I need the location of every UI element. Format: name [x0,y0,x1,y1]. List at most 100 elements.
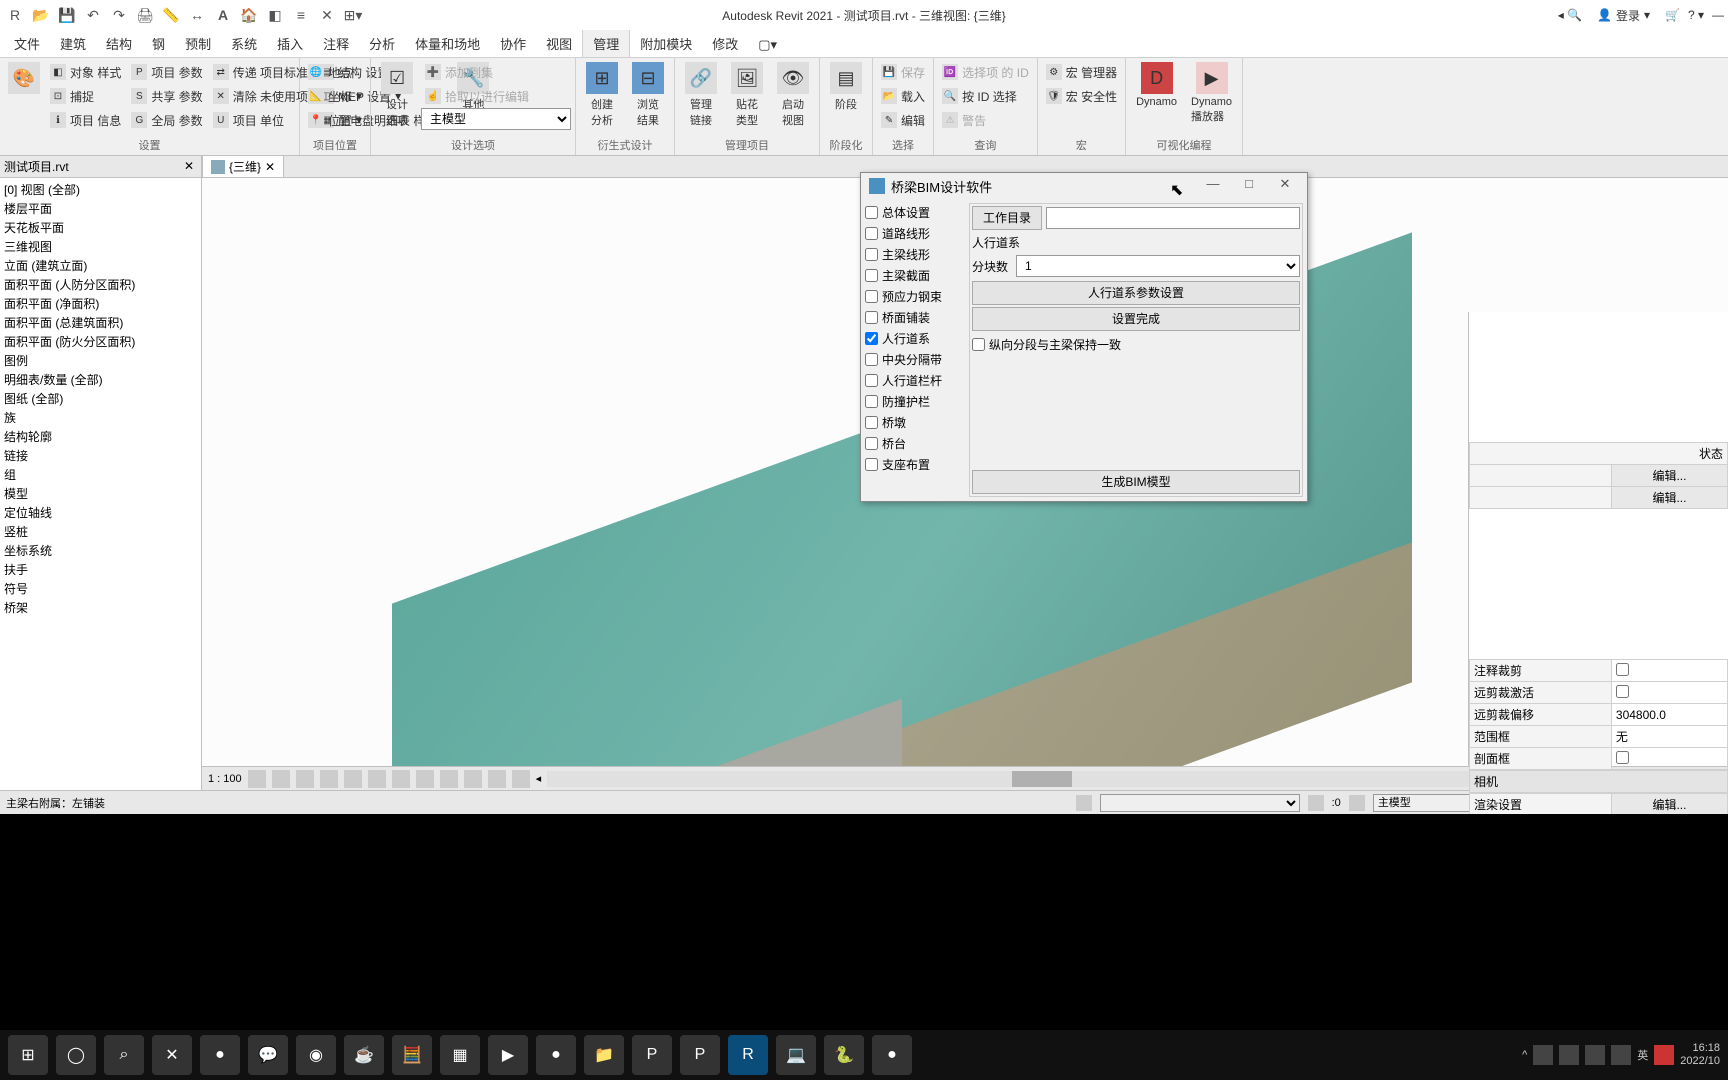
ribbon-proj-info[interactable]: ℹ项目 信息 [46,108,125,132]
qat-3d[interactable]: 🏠 [238,4,260,26]
vc-lock[interactable] [416,770,434,788]
block-count-select[interactable]: 1 [1016,255,1300,277]
qat-undo[interactable]: ↶ [82,4,104,26]
dlg-check-1[interactable]: 道路线形 [865,224,965,243]
ribbon-phases[interactable]: ▤阶段 [824,60,868,114]
sb-worksets-icon[interactable] [1076,795,1092,811]
qat-print[interactable]: 🖨 [134,4,156,26]
dlg-checkbox-9[interactable] [865,395,878,408]
ribbon-tab-修改[interactable]: 修改 [702,30,748,57]
dlg-checkbox-12[interactable] [865,458,878,471]
ribbon-tab-分析[interactable]: 分析 [359,30,405,57]
pb-item-2[interactable]: 天花板平面 [2,218,199,237]
pb-item-1[interactable]: 楼层平面 [2,199,199,218]
taskbar-app-7[interactable]: ☕ [344,1035,384,1075]
ribbon-transfer[interactable]: ⇄传递 项目标准 [209,60,312,84]
pb-item-14[interactable]: 链接 [2,446,199,465]
workdir-input[interactable] [1046,207,1300,229]
tray-ime[interactable] [1654,1045,1674,1065]
ribbon-tab-钢[interactable]: 钢 [142,30,175,57]
nav-icon[interactable]: ◂ 🔍 [1558,8,1582,22]
tray-4[interactable] [1611,1045,1631,1065]
ribbon-tab-建筑[interactable]: 建筑 [50,30,96,57]
pb-item-3[interactable]: 三维视图 [2,237,199,256]
ribbon-coords[interactable]: 📐坐标 ▾ [304,84,366,108]
ribbon-units[interactable]: U项目 单位 [209,108,312,132]
taskbar-clock[interactable]: 16:18 2022/10 [1680,1042,1720,1068]
prop-edit-2[interactable]: 编辑... [1611,487,1727,509]
qat-redo[interactable]: ↷ [108,4,130,26]
qat-dim[interactable]: ↔ [186,4,208,26]
taskbar-app-15[interactable]: R [728,1035,768,1075]
ribbon-tab-注释[interactable]: 注释 [313,30,359,57]
pb-item-11[interactable]: 图纸 (全部) [2,389,199,408]
vc-crop-show[interactable] [392,770,410,788]
keep-segment-checkbox[interactable] [972,338,985,351]
ribbon-macro-mgr[interactable]: ⚙宏 管理器 [1042,60,1121,84]
taskbar-app-6[interactable]: ◉ [296,1035,336,1075]
ribbon-object-styles[interactable]: ◧对象 样式 [46,60,125,84]
pb-item-6[interactable]: 面积平面 (净面积) [2,294,199,313]
taskbar-app-5[interactable]: 💬 [248,1035,288,1075]
ribbon-tab-文件[interactable]: 文件 [4,30,50,57]
dlg-check-12[interactable]: 支座布置 [865,455,965,474]
tray-1[interactable] [1533,1045,1553,1065]
ribbon-global-params[interactable]: G全局 参数 [127,108,206,132]
pb-item-15[interactable]: 组 [2,465,199,484]
ribbon-gen-browse[interactable]: ⊟浏览结果 [626,60,670,130]
ribbon-dynamo-player[interactable]: ▶Dynamo播放器 [1185,60,1238,126]
keep-segment-check[interactable]: 纵向分段与主梁保持一致 [972,335,1121,354]
prop-value[interactable] [1611,682,1727,704]
ribbon-location[interactable]: 🌐地点 [304,60,366,84]
view-hscroll-left[interactable]: ◂ [536,772,542,785]
ribbon-purge[interactable]: ✕清除 未使用项 [209,84,312,108]
qat-thin[interactable]: ≡ [290,4,312,26]
dlg-checkbox-6[interactable] [865,332,878,345]
workdir-button[interactable]: 工作目录 [972,206,1042,230]
pb-item-21[interactable]: 符号 [2,579,199,598]
view-tab-close[interactable]: ✕ [265,160,275,174]
generate-bim-button[interactable]: 生成BIM模型 [972,470,1300,494]
dlg-checkbox-4[interactable] [865,290,878,303]
ribbon-tab-结构[interactable]: 结构 [96,30,142,57]
pb-item-0[interactable]: [0] 视图 (全部) [2,180,199,199]
pb-item-8[interactable]: 面积平面 (防火分区面积) [2,332,199,351]
ribbon-snap[interactable]: ⊡捕捉 [46,84,125,108]
sb-model-icon[interactable] [1349,795,1365,811]
dlg-check-8[interactable]: 人行道栏杆 [865,371,965,390]
qat-text[interactable]: A [212,4,234,26]
ribbon-position[interactable]: 📍位置 ▾ [304,108,366,132]
ribbon-shared-params[interactable]: S共享 参数 [127,84,206,108]
dlg-check-10[interactable]: 桥墩 [865,413,965,432]
ribbon-tab-协作[interactable]: 协作 [490,30,536,57]
dlg-checkbox-1[interactable] [865,227,878,240]
revit-logo[interactable]: R [4,4,26,26]
taskbar-app-13[interactable]: P [632,1035,672,1075]
vc-temp[interactable] [440,770,458,788]
ribbon-tab-体量和场地[interactable]: 体量和场地 [405,30,490,57]
dlg-check-3[interactable]: 主梁截面 [865,266,965,285]
minimize-icon[interactable]: — [1712,8,1724,22]
dlg-checkbox-7[interactable] [865,353,878,366]
taskbar-app-18[interactable]: ● [872,1035,912,1075]
login-button[interactable]: 👤 登录 ▾ [1590,4,1657,27]
dlg-check-7[interactable]: 中央分隔带 [865,350,965,369]
vc-shadow[interactable] [320,770,338,788]
pb-item-19[interactable]: 坐标系统 [2,541,199,560]
taskbar-app-12[interactable]: 📁 [584,1035,624,1075]
taskbar-app-3[interactable]: ✕ [152,1035,192,1075]
prop-value[interactable] [1611,660,1727,682]
taskbar-app-1[interactable]: ◯ [56,1035,96,1075]
vc-analytical[interactable] [488,770,506,788]
dlg-check-11[interactable]: 桥台 [865,434,965,453]
qat-section[interactable]: ◧ [264,4,286,26]
ribbon-macro-sec[interactable]: 🛡宏 安全性 [1042,84,1121,108]
pb-item-20[interactable]: 扶手 [2,560,199,579]
qat-close[interactable]: ✕ [316,4,338,26]
ribbon-decal[interactable]: 🖼贴花类型 [725,60,769,130]
taskbar-app-14[interactable]: P [680,1035,720,1075]
taskbar-app-17[interactable]: 🐍 [824,1035,864,1075]
tray-up-icon[interactable]: ^ [1522,1049,1527,1061]
dlg-check-0[interactable]: 总体设置 [865,203,965,222]
ribbon-tab-附加模块[interactable]: 附加模块 [630,30,702,57]
